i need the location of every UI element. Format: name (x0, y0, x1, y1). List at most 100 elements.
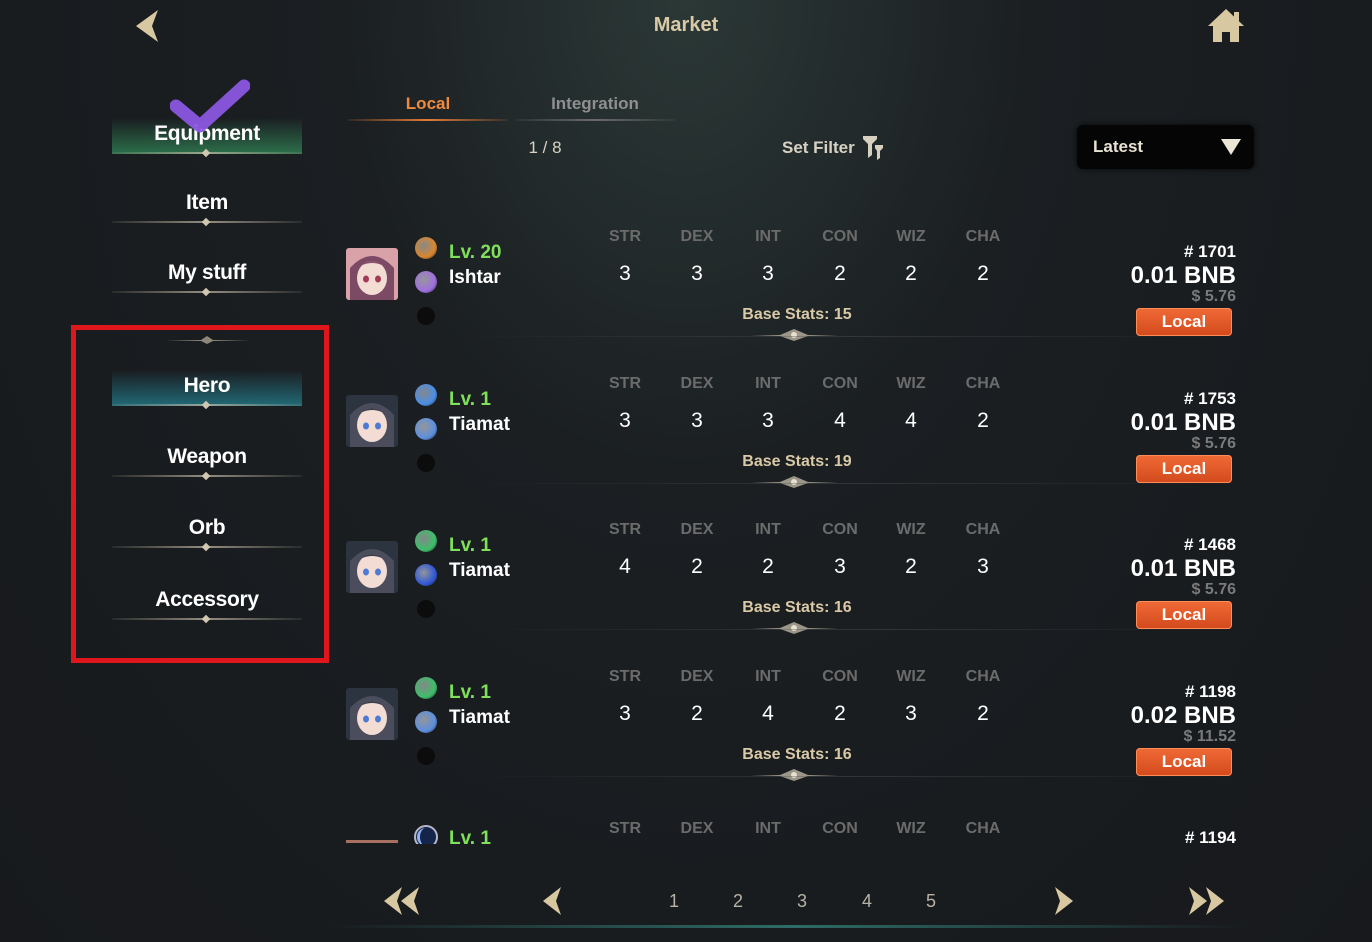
local-tag-button[interactable]: Local (1136, 308, 1232, 336)
menu-item-my-stuff[interactable]: My stuff (112, 253, 302, 293)
divider-ornament (750, 769, 838, 781)
stat-value: 4 (905, 409, 917, 432)
menu-divider (112, 475, 302, 477)
listing-row[interactable]: Lv. 1 Tiamat STR 4 DEX 2 INT 2 CON 3 WIZ 2 CHA 3 Base … (340, 521, 1240, 667)
avatar (346, 248, 398, 300)
page-number-button[interactable]: 3 (790, 891, 814, 912)
submenu-item-accessory[interactable]: Accessory (112, 580, 302, 620)
stat-value: 3 (834, 555, 846, 578)
empty-slot-icon (417, 454, 435, 472)
page-number-button[interactable]: 5 (919, 891, 943, 912)
stat-header: CHA (965, 668, 1001, 685)
stat-value: 2 (977, 409, 989, 432)
next-page-icon[interactable] (1040, 883, 1080, 919)
menu-divider (112, 291, 302, 293)
base-stats: Base Stats: 15 (742, 306, 852, 323)
submenu-item-orb[interactable]: Orb (112, 508, 302, 548)
stat-header: CHA (965, 820, 1001, 837)
prev-page-icon[interactable] (536, 883, 576, 919)
divider-ornament (750, 476, 838, 488)
page-number-button[interactable]: 4 (855, 891, 879, 912)
stat-value: 3 (905, 702, 917, 725)
filter-icon[interactable] (860, 133, 886, 161)
stat-value: 3 (691, 262, 703, 285)
stat-header: DEX (680, 375, 714, 392)
submenu-item-label: Weapon (167, 445, 247, 468)
stat-header: WIZ (896, 820, 926, 837)
hero-level: Lv. 1 (449, 535, 491, 556)
base-stats: Base Stats: 16 (742, 746, 852, 763)
submenu-item-weapon[interactable]: Weapon (112, 437, 302, 477)
row-separator (460, 776, 1240, 777)
page-number-button[interactable]: 2 (726, 891, 750, 912)
checkmark-icon (170, 79, 250, 133)
stat-header: INT (755, 521, 781, 538)
stat-header: INT (755, 668, 781, 685)
stat-header: WIZ (896, 521, 926, 538)
stat-value: 2 (834, 262, 846, 285)
stat-header: CHA (965, 375, 1001, 392)
first-page-icon[interactable] (382, 883, 422, 919)
class-icon (415, 564, 437, 586)
stat-value: 3 (691, 409, 703, 432)
back-arrow-icon[interactable] (128, 6, 168, 46)
avatar (346, 840, 398, 843)
listing-row[interactable]: Lv. 20 Ishtar STR 3 DEX 3 INT 3 CON 2 WIZ 2 CHA 2 Base… (340, 228, 1240, 374)
listing-row[interactable]: Lv. 1 Tiamat STR 3 DEX 2 INT 4 CON 2 WIZ 3 CHA 2 Base … (340, 668, 1240, 814)
stat-value: 2 (977, 262, 989, 285)
menu-divider (112, 404, 302, 406)
menu-item-item[interactable]: Item (112, 183, 302, 223)
stat-value: 3 (619, 702, 631, 725)
last-page-icon[interactable] (1186, 883, 1226, 919)
menu-item-label: My stuff (167, 261, 247, 284)
hero-level: Lv. 1 (449, 389, 491, 410)
listing-row-partial[interactable]: Lv. 1 STR DEX INT CON WIZ CHA # 1194 (340, 820, 1240, 844)
stat-value: 3 (762, 409, 774, 432)
stat-value: 2 (762, 555, 774, 578)
avatar (346, 541, 398, 593)
local-tag-button[interactable]: Local (1136, 601, 1232, 629)
stat-value: 3 (619, 409, 631, 432)
divider-ornament (750, 329, 838, 341)
home-icon[interactable] (1205, 6, 1247, 46)
tab-label: Local (405, 94, 451, 113)
menu-divider (112, 221, 302, 223)
page-indicator: 1 / 8 (528, 138, 562, 157)
page-title: Market (653, 14, 719, 36)
listing-price: 0.01 BNB (1130, 555, 1236, 582)
listing-id: # 1701 (1184, 242, 1236, 261)
tab-local[interactable]: Local (348, 94, 508, 121)
local-tag-button[interactable]: Local (1136, 455, 1232, 483)
listing-row[interactable]: Lv. 1 Tiamat STR 3 DEX 3 INT 3 CON 4 WIZ 4 CHA 2 Base … (340, 375, 1240, 521)
element-icon (414, 825, 438, 844)
stat-header: STR (609, 668, 641, 685)
page-number-button[interactable]: 1 (662, 891, 686, 912)
tab-integration[interactable]: Integration (515, 94, 675, 121)
hero-name: Ishtar (449, 267, 501, 288)
stat-header: WIZ (896, 375, 926, 392)
local-tag-button[interactable]: Local (1136, 748, 1232, 776)
hero-level: Lv. 20 (449, 242, 502, 263)
stat-value: 4 (834, 409, 846, 432)
base-stats: Base Stats: 16 (742, 599, 852, 616)
empty-slot-icon (417, 600, 435, 618)
stat-header: STR (609, 521, 641, 538)
row-separator (460, 483, 1240, 484)
stat-header: CON (822, 521, 858, 538)
set-filter-button[interactable]: Set Filter (782, 138, 855, 158)
sort-value: Latest (1093, 137, 1144, 156)
stat-header: INT (755, 228, 781, 245)
sort-dropdown[interactable]: Latest (1077, 125, 1254, 169)
stat-header: CON (822, 820, 858, 837)
listing-price: 0.01 BNB (1130, 409, 1236, 436)
listing-price: 0.02 BNB (1130, 702, 1236, 729)
class-icon (415, 271, 437, 293)
submenu-item-hero[interactable]: Hero (112, 366, 302, 406)
submenu-ornament (165, 336, 250, 344)
class-icon (415, 711, 437, 733)
stat-value: 4 (762, 702, 774, 725)
listing-id: # 1468 (1184, 535, 1236, 554)
submenu-item-label: Accessory (155, 588, 259, 611)
stat-header: INT (755, 375, 781, 392)
empty-slot-icon (417, 307, 435, 325)
